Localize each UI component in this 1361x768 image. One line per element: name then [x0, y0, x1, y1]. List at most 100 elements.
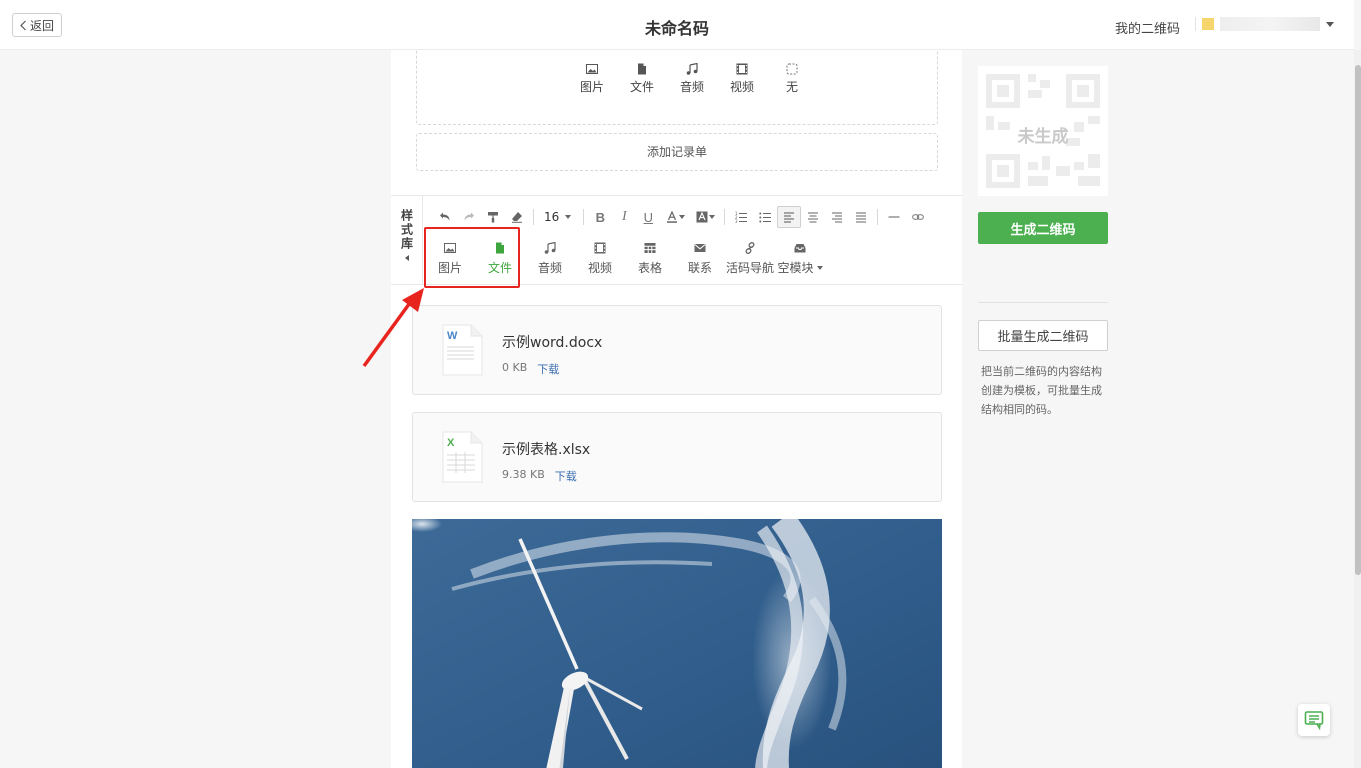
media-option-label: 视频	[729, 80, 754, 94]
media-option-label: 文件	[629, 80, 654, 94]
file-icon	[638, 63, 646, 75]
video-icon	[736, 63, 748, 75]
bold-button[interactable]: B	[588, 206, 612, 228]
add-record-button[interactable]: 添加记录单	[416, 133, 938, 171]
align-right-button[interactable]	[825, 206, 849, 228]
media-option-audio[interactable]: 音频	[667, 63, 717, 95]
undo-button[interactable]	[433, 206, 457, 228]
horizontal-rule-icon	[888, 216, 900, 218]
video-icon	[594, 242, 606, 254]
format-toolbar: 16 B I U 123	[433, 206, 930, 228]
wind-turbine-photo	[412, 519, 942, 768]
media-option-video[interactable]: 视频	[717, 63, 767, 95]
batch-description: 把当前二维码的内容结构创建为模板，可批量生成结构相同的码。	[981, 365, 1102, 416]
insert-image-button[interactable]: 图片	[425, 242, 475, 276]
insert-label: 空模块	[777, 261, 814, 275]
media-option-none[interactable]: 无	[767, 63, 817, 95]
insert-label: 音频	[537, 261, 562, 275]
divider	[978, 302, 1108, 303]
link-icon	[745, 242, 755, 254]
media-option-image[interactable]: 图片	[567, 63, 617, 95]
italic-button[interactable]: I	[612, 206, 636, 228]
scroll-thumb[interactable]	[1355, 65, 1361, 575]
download-link[interactable]: 下载	[537, 361, 559, 377]
envelope-icon	[694, 244, 706, 252]
redo-button[interactable]	[457, 206, 481, 228]
username-blurred	[1220, 17, 1320, 31]
insert-link-button[interactable]	[906, 206, 930, 228]
insert-label-wrap: 空模块	[777, 259, 823, 276]
paint-roller-icon	[488, 212, 498, 223]
file-card: X 示例表格.xlsx 9.38 KB 下载	[412, 412, 942, 502]
chevron-left-icon	[404, 255, 409, 261]
ordered-list-button[interactable]: 123	[729, 206, 753, 228]
editor-panel: 图片 文件 音频 视频 无 添加记录单 样式库 16 B I U 1 2 3 图…	[391, 50, 962, 768]
music-icon	[686, 63, 698, 75]
media-option-label: 无	[785, 80, 798, 94]
eraser-icon	[512, 212, 522, 223]
music-icon	[544, 242, 556, 254]
align-left-button[interactable]	[777, 206, 802, 228]
chevron-down-icon	[565, 215, 572, 219]
insert-video-button[interactable]: 视频	[575, 242, 625, 276]
font-size-select[interactable]: 16	[538, 210, 579, 224]
align-left-icon	[784, 212, 795, 223]
generate-qr-button[interactable]: 生成二维码	[978, 212, 1108, 244]
divider	[877, 209, 879, 225]
insert-label: 联系	[687, 261, 712, 275]
insert-label: 文件	[487, 261, 512, 275]
qr-code-preview: 未生成	[978, 66, 1108, 196]
media-selector: 图片 文件 音频 视频 无	[416, 50, 938, 125]
background-color-button[interactable]	[690, 206, 720, 228]
none-icon	[786, 63, 798, 75]
highlight-icon	[696, 211, 708, 223]
style-library-label: 样式库	[399, 209, 414, 251]
insert-label: 活码导航	[725, 261, 774, 275]
tray-icon	[794, 244, 806, 253]
insert-audio-button[interactable]: 音频	[525, 242, 575, 276]
media-option-file[interactable]: 文件	[617, 63, 667, 95]
page-scrollbar[interactable]	[1354, 50, 1361, 768]
redo-icon	[464, 212, 474, 221]
align-justify-button[interactable]	[849, 206, 873, 228]
media-option-label: 音频	[679, 80, 704, 94]
top-bar: 返回 未命名码 我的二维码	[0, 0, 1354, 50]
file-card: W 示例word.docx 0 KB 下载	[412, 305, 942, 395]
align-center-button[interactable]	[801, 206, 825, 228]
excel-file-icon: X	[442, 431, 483, 483]
insert-label: 表格	[637, 261, 662, 275]
chevron-down-icon	[1326, 21, 1334, 27]
insert-contact-button[interactable]: 联系	[675, 242, 725, 276]
bullet-list-icon	[759, 212, 772, 223]
insert-nav-button[interactable]: 活码导航	[725, 242, 775, 276]
chat-support-button[interactable]	[1298, 704, 1330, 736]
user-menu[interactable]	[1195, 17, 1334, 31]
chevron-down-icon	[708, 215, 715, 219]
style-library-toggle[interactable]: 样式库	[391, 196, 423, 284]
format-painter-button[interactable]	[481, 206, 505, 228]
batch-generate-button[interactable]: 批量生成二维码	[978, 320, 1108, 351]
link-icon	[912, 214, 925, 220]
font-color-button[interactable]	[660, 206, 690, 228]
file-name: 示例表格.xlsx	[502, 442, 591, 458]
my-qr-link[interactable]: 我的二维码	[1115, 18, 1180, 37]
chevron-down-icon	[816, 265, 823, 270]
insert-table-button[interactable]: 表格	[625, 242, 675, 276]
download-link[interactable]: 下载	[555, 468, 577, 484]
horizontal-rule-button[interactable]	[882, 206, 906, 228]
align-center-icon	[808, 212, 819, 223]
ordered-list-icon: 123	[735, 211, 748, 223]
insert-block-button[interactable]: 空模块	[775, 242, 825, 276]
unordered-list-button[interactable]	[753, 206, 777, 228]
image-icon	[444, 243, 456, 253]
clear-format-button[interactable]	[505, 206, 529, 228]
align-justify-icon	[856, 212, 867, 223]
underline-button[interactable]: U	[636, 206, 660, 228]
insert-file-button[interactable]: 文件	[475, 242, 525, 276]
chevron-down-icon	[678, 215, 685, 219]
divider	[1195, 17, 1196, 31]
chat-icon	[1304, 711, 1324, 730]
image-icon	[586, 64, 598, 74]
divider	[724, 209, 726, 225]
align-right-icon	[832, 212, 843, 223]
